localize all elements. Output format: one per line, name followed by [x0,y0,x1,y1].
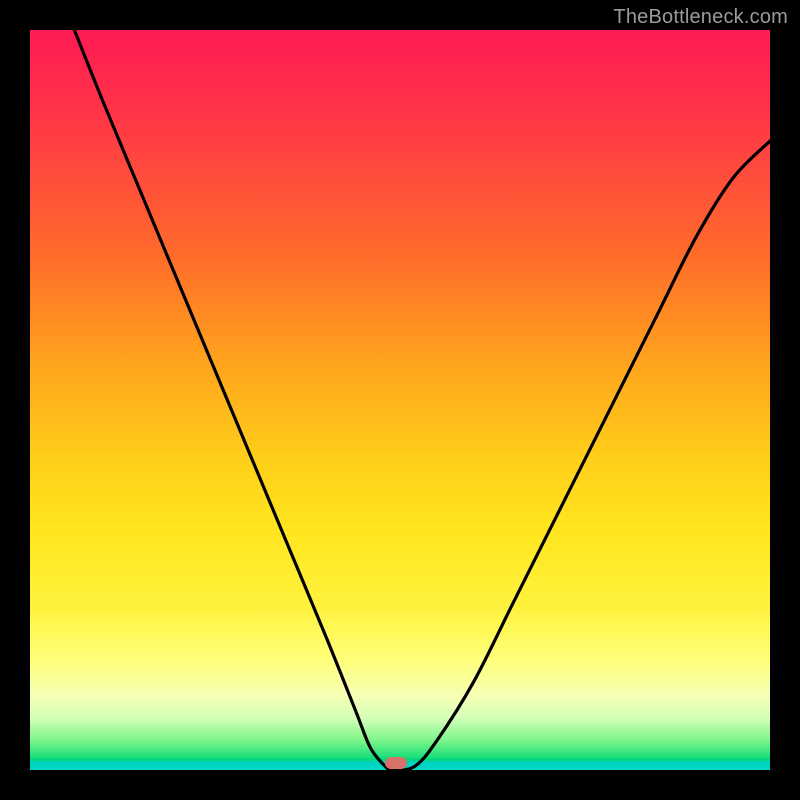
chart-frame: TheBottleneck.com [0,0,800,800]
watermark-text: TheBottleneck.com [613,6,788,29]
plot-area [30,30,770,770]
bottleneck-curve [30,30,770,770]
optimum-marker [385,757,407,769]
curve-path [74,30,770,770]
